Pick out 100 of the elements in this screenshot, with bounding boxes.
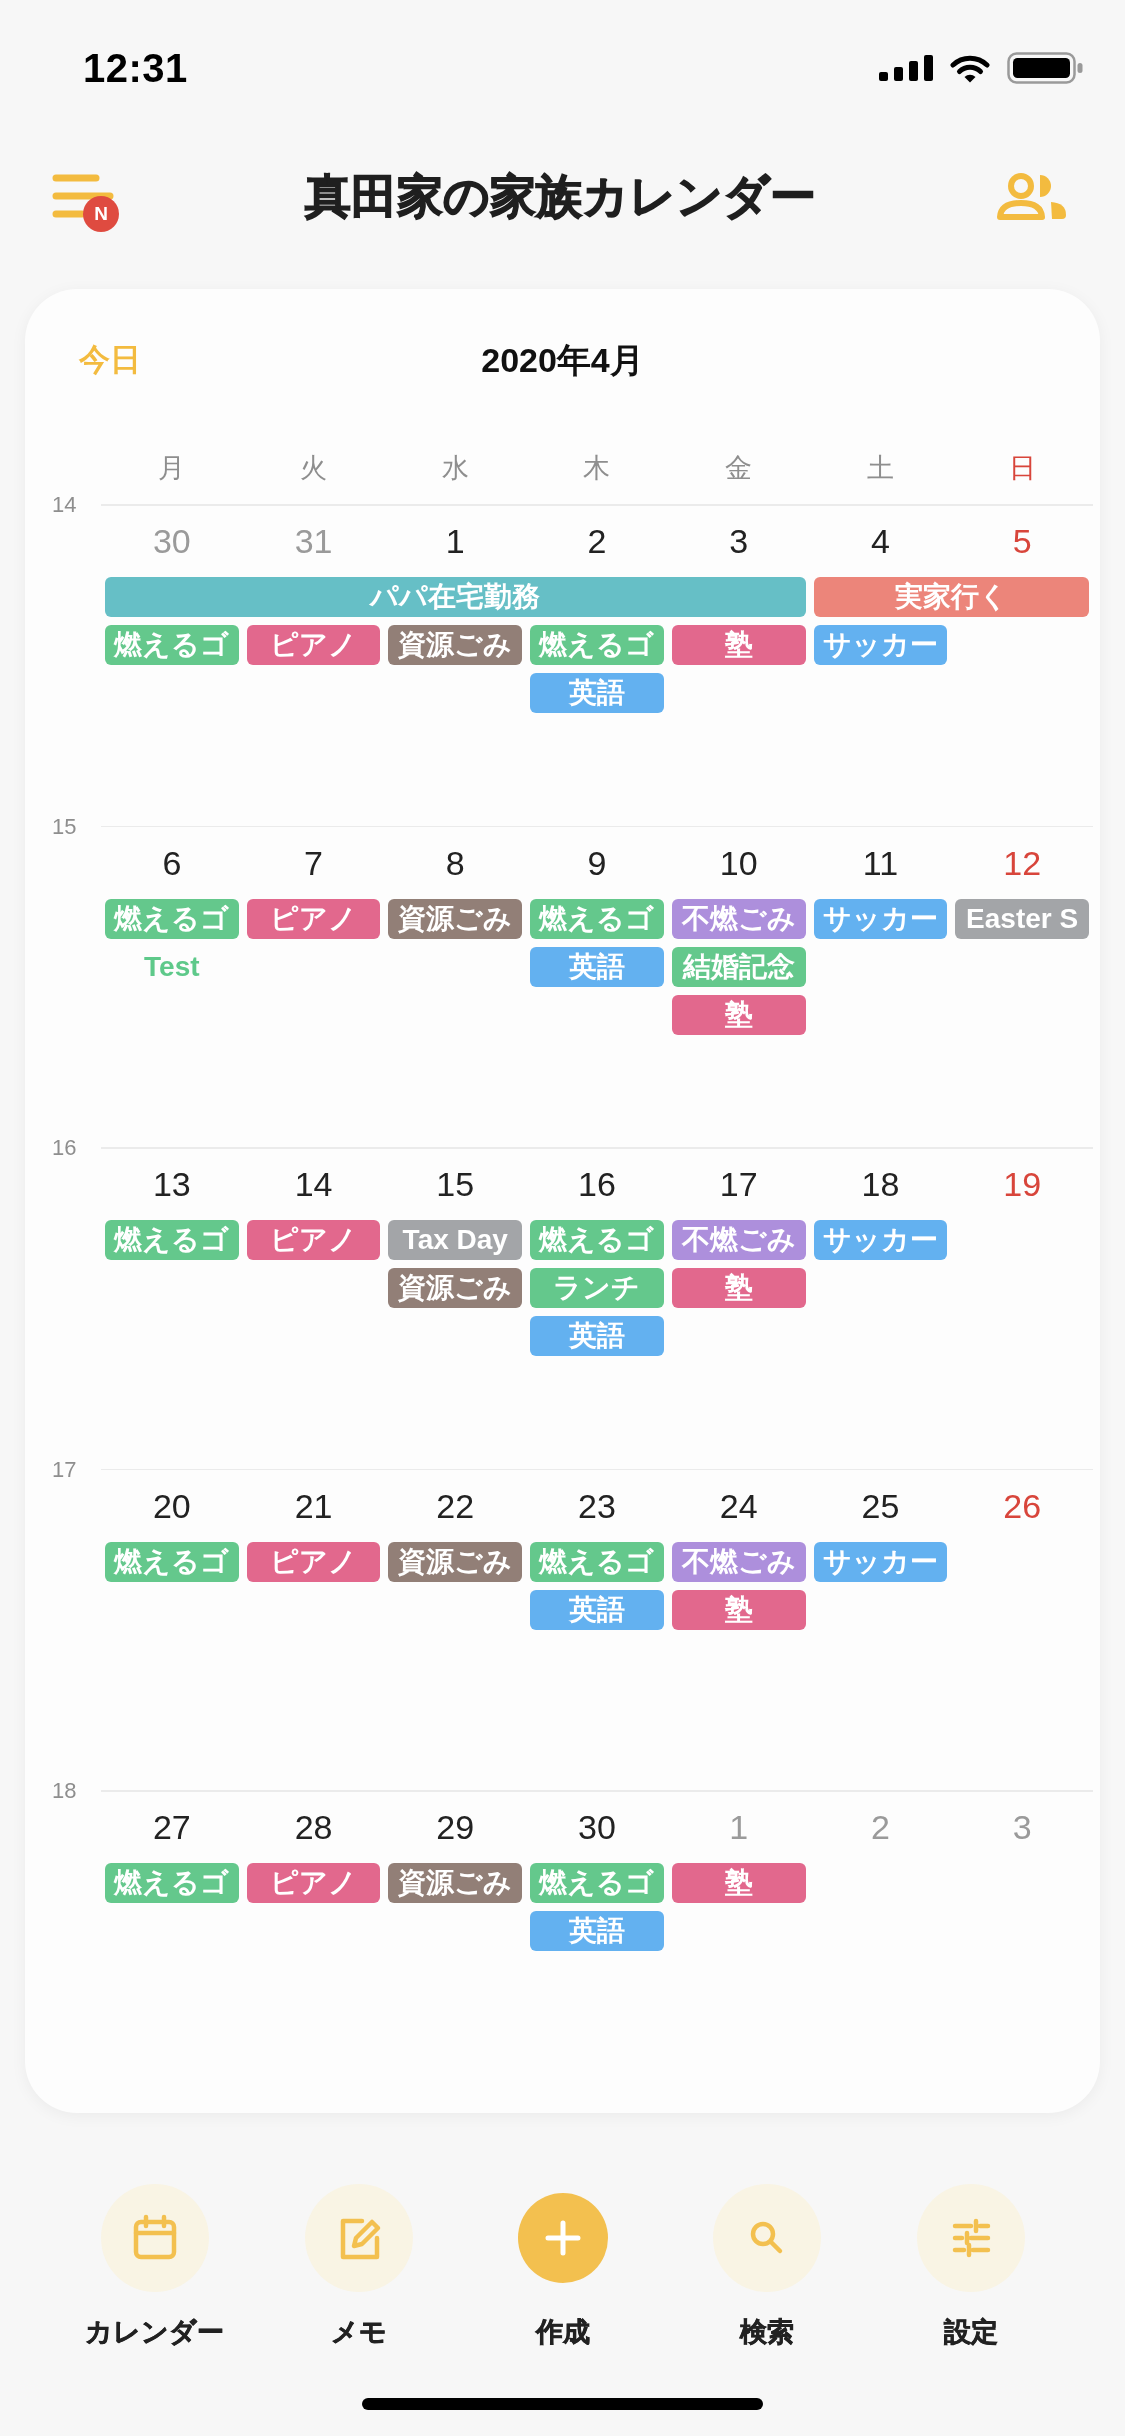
app-title: 真田家の家族カレンダー	[305, 169, 816, 224]
event-bar[interactable]: 燃えるゴ	[530, 1220, 664, 1260]
nav-tab[interactable]: カレンダー	[85, 2184, 224, 2350]
event-bar[interactable]: 資源ごみ	[388, 1541, 523, 1582]
day-number: 30	[578, 1807, 616, 1848]
weekday-label: 土	[866, 452, 894, 485]
day-number: 24	[719, 1485, 758, 1527]
event-bar[interactable]: ピアノ	[246, 1541, 381, 1582]
day-number: 21	[294, 1485, 333, 1527]
event-bar[interactable]: 塾	[671, 1863, 806, 1903]
day-number: 1	[729, 1807, 749, 1848]
event-bar[interactable]: 不燃ごみ	[671, 1541, 806, 1582]
event-bar[interactable]: 資源ごみ	[388, 625, 523, 665]
event-bar[interactable]: サッカー	[813, 625, 948, 665]
week-number: 18	[52, 1777, 78, 1805]
day-number: 6	[162, 842, 182, 884]
battery-icon	[1007, 52, 1083, 84]
weekday-label: 木	[583, 452, 611, 485]
event-bar[interactable]: 燃えるゴ	[105, 1863, 239, 1903]
day-number: 2	[587, 521, 607, 562]
event-bar[interactable]: ピアノ	[246, 1863, 381, 1903]
event-bar[interactable]: 塾	[671, 994, 806, 1035]
day-number: 25	[861, 1485, 900, 1527]
day-number: 5	[1012, 521, 1032, 562]
day-number: 31	[294, 521, 333, 562]
wifi-icon	[950, 53, 990, 83]
event-bar[interactable]: ピアノ	[246, 898, 381, 939]
event-bar[interactable]: サッカー	[813, 1541, 948, 1582]
notification-badge: N	[83, 196, 119, 232]
day-number: 7	[304, 842, 323, 884]
multi-day-event[interactable]: パパ在宅勤務	[105, 577, 806, 617]
week-number: 15	[52, 812, 78, 841]
event-bar[interactable]: 燃えるゴ	[530, 1863, 664, 1903]
event-bar[interactable]: 塾	[671, 625, 806, 665]
calendar-icon	[100, 2184, 209, 2292]
event-label[interactable]: Test	[144, 946, 200, 987]
day-number: 28	[294, 1807, 333, 1848]
day-number: 26	[1003, 1485, 1042, 1527]
event-bar[interactable]: 不燃ごみ	[671, 1220, 806, 1260]
status-time: 12:31	[83, 45, 188, 91]
nav-tab[interactable]: 検索	[712, 2184, 821, 2350]
event-bar[interactable]: 資源ごみ	[388, 1863, 523, 1903]
day-number: 9	[587, 842, 607, 884]
day-number: 8	[445, 842, 465, 884]
day-number: 20	[152, 1485, 191, 1527]
event-bar[interactable]: ピアノ	[246, 1220, 381, 1260]
event-bar[interactable]: 英語	[530, 673, 664, 713]
day-number: 4	[870, 521, 890, 562]
week-number: 17	[52, 1455, 78, 1484]
event-bar[interactable]: 塾	[671, 1268, 806, 1308]
event-bar[interactable]: 資源ごみ	[388, 898, 523, 939]
day-number: 2	[870, 1807, 890, 1848]
day-number: 14	[294, 1164, 333, 1205]
weekday-label: 日	[1008, 452, 1036, 485]
weekday-label: 水	[441, 452, 469, 485]
event-bar[interactable]: サッカー	[813, 1220, 948, 1260]
event-bar[interactable]: 燃えるゴ	[105, 1541, 239, 1582]
day-number: 17	[719, 1164, 758, 1205]
event-bar[interactable]: 燃えるゴ	[105, 625, 239, 665]
day-number: 22	[436, 1485, 475, 1527]
day-number: 23	[578, 1485, 616, 1527]
event-bar[interactable]: 燃えるゴ	[105, 1220, 239, 1260]
event-bar[interactable]: 不燃ごみ	[671, 898, 806, 939]
menu-icon	[52, 174, 114, 220]
event-bar[interactable]: Tax Day	[388, 1220, 523, 1260]
event-bar[interactable]: ピアノ	[246, 625, 381, 665]
event-bar[interactable]: 英語	[530, 1316, 664, 1356]
multi-day-event[interactable]: 実家行く	[813, 577, 1089, 617]
day-number: 10	[719, 842, 758, 884]
nav-tab[interactable]: メモ	[304, 2184, 413, 2350]
event-bar[interactable]: 燃えるゴ	[105, 898, 239, 939]
search-icon	[712, 2184, 821, 2292]
weekday-label: 金	[725, 452, 753, 485]
event-bar[interactable]: ランチ	[530, 1268, 664, 1308]
event-bar[interactable]: 英語	[530, 1589, 664, 1630]
event-bar[interactable]: 結婚記念	[671, 946, 806, 987]
weekday-label: 火	[300, 452, 328, 485]
week-number: 16	[52, 1134, 78, 1162]
week-number: 14	[52, 491, 78, 519]
event-bar[interactable]: 燃えるゴ	[530, 625, 664, 665]
day-number: 3	[729, 521, 749, 562]
event-bar[interactable]: 塾	[671, 1589, 806, 1630]
today-button[interactable]: 今日	[79, 340, 141, 380]
event-bar[interactable]: Easter S	[955, 898, 1089, 939]
day-number: 27	[152, 1807, 191, 1848]
day-number: 16	[578, 1164, 616, 1205]
day-number: 18	[861, 1164, 900, 1205]
day-number: 11	[862, 842, 899, 884]
event-bar[interactable]: 英語	[530, 1911, 664, 1951]
day-number: 13	[152, 1164, 191, 1205]
event-bar[interactable]: 燃えるゴ	[530, 1541, 664, 1582]
plus-icon	[517, 2193, 608, 2283]
create-button[interactable]: 作成	[517, 2184, 608, 2350]
event-bar[interactable]: 英語	[530, 946, 664, 987]
event-bar[interactable]: 資源ごみ	[388, 1268, 523, 1308]
event-bar[interactable]: 燃えるゴ	[530, 898, 664, 939]
day-number: 12	[1003, 842, 1042, 884]
nav-tab[interactable]: 設定	[916, 2184, 1025, 2350]
day-number: 3	[1012, 1807, 1032, 1848]
event-bar[interactable]: サッカー	[813, 898, 948, 939]
